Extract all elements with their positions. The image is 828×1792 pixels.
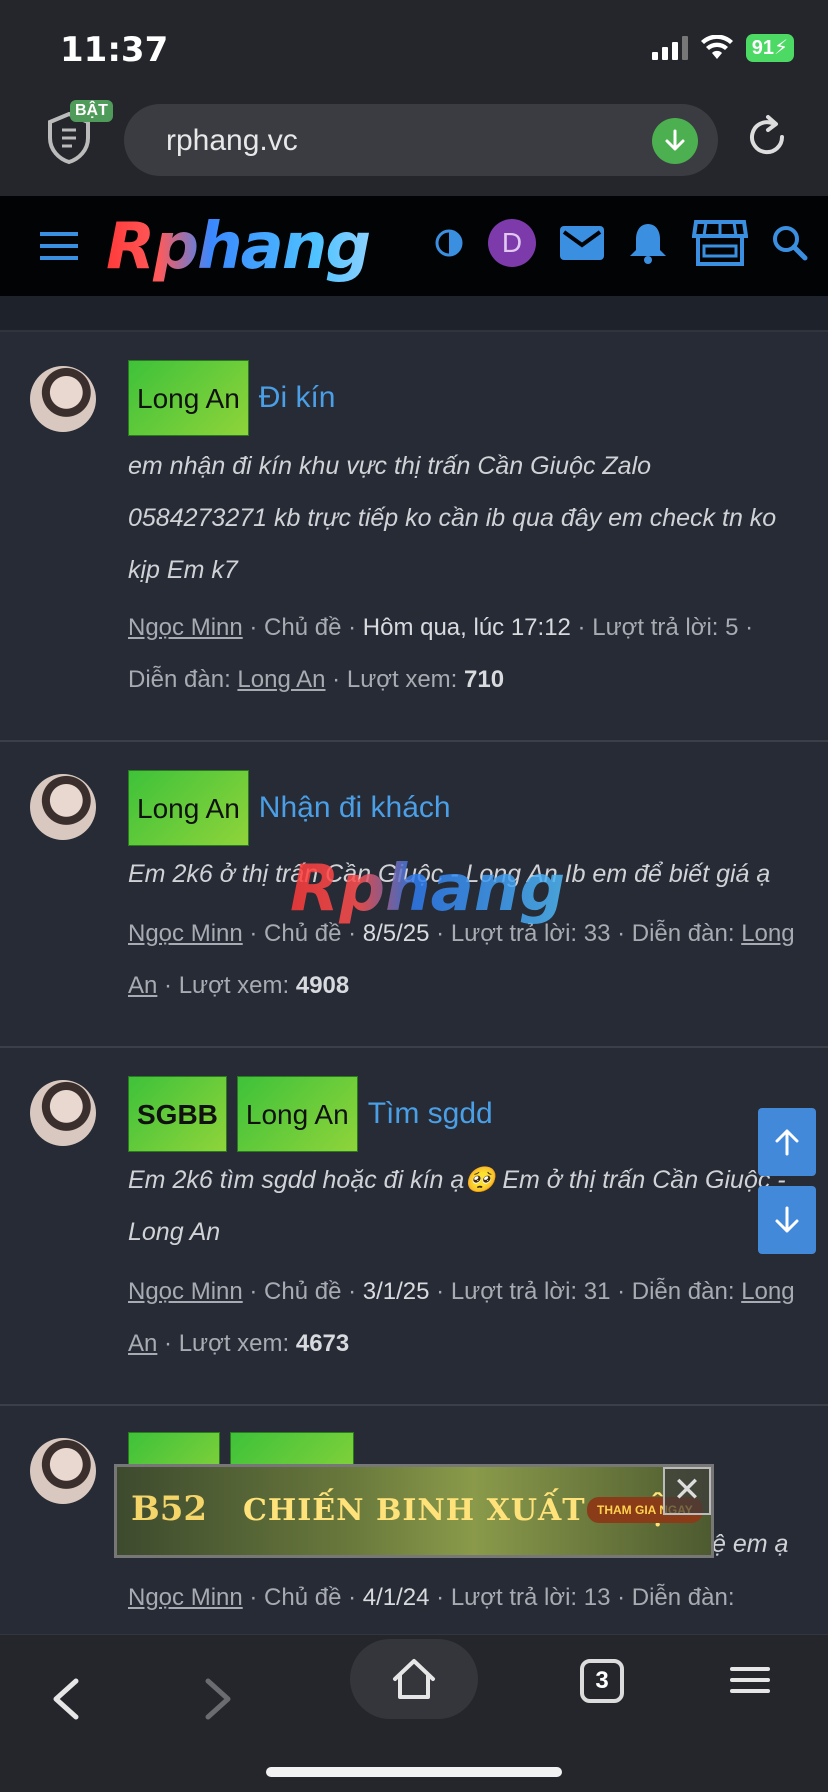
ad-logo: B52: [131, 1489, 208, 1529]
forum-link[interactable]: Long An: [237, 666, 325, 693]
forum-label: Diễn đàn:: [631, 1278, 735, 1305]
thread-type: Chủ đề: [264, 614, 342, 641]
battery-level: 91: [751, 37, 774, 59]
tabs-count-button[interactable]: 3: [580, 1659, 624, 1703]
thread-date: 4/1/24: [362, 1584, 430, 1611]
views-label: Lượt xem:: [178, 1330, 290, 1357]
arrow-up-icon: [775, 1129, 799, 1156]
ad-close-button[interactable]: ✕: [663, 1467, 711, 1515]
forward-icon[interactable]: [200, 1677, 236, 1721]
scroll-bottom-button[interactable]: [758, 1186, 816, 1254]
user-avatar[interactable]: D: [488, 219, 536, 267]
thread-item[interactable]: Long An Đi kín em nhận đi kín khu vực th…: [0, 334, 828, 742]
reload-icon[interactable]: [744, 114, 790, 160]
thread-title[interactable]: Tìm sgdd: [368, 1097, 493, 1131]
views-count: 4908: [295, 972, 350, 999]
prefix-tag[interactable]: Long An: [128, 360, 249, 436]
prefix-tag[interactable]: SGBB: [128, 1076, 227, 1152]
thread-meta: Ngọc Minn · Chủ đề · 3/1/25 · Lượt trả l…: [128, 1278, 795, 1357]
thread-excerpt[interactable]: em nhận đi kín khu vực thị trấn Cần Giuộ…: [128, 440, 788, 596]
thread-excerpt[interactable]: Em 2k6 tìm sgdd hoặc đi kín ạ🥺 Em ở thị …: [128, 1154, 788, 1258]
author-link[interactable]: Ngọc Minn: [128, 1278, 243, 1305]
author-avatar[interactable]: [30, 366, 96, 432]
status-icons: 91⚡: [651, 34, 794, 62]
author-avatar[interactable]: [30, 1438, 96, 1504]
views-count: 4673: [295, 1330, 350, 1357]
back-icon[interactable]: [48, 1677, 84, 1721]
forum-label: Diễn đàn:: [631, 1584, 735, 1611]
download-button[interactable]: [652, 118, 698, 164]
views-label: Lượt xem:: [346, 666, 458, 693]
author-avatar[interactable]: [30, 1080, 96, 1146]
forum-label: Diễn đàn:: [631, 920, 735, 947]
thread-title-row: Long An Đi kín: [128, 360, 335, 436]
views-label: Lượt xem:: [178, 972, 290, 999]
thread-title-row: SGBB Long An Tìm sgdd: [128, 1076, 493, 1152]
replies-count: 5: [725, 614, 739, 641]
charging-icon: ⚡: [773, 37, 788, 59]
author-avatar[interactable]: [30, 774, 96, 840]
author-link[interactable]: Ngọc Minn: [128, 920, 243, 947]
thread-date: Hôm qua, lúc 17:12: [362, 614, 571, 641]
battery-indicator: 91⚡: [745, 34, 794, 62]
bell-icon[interactable]: [628, 222, 668, 264]
replies-count: 31: [583, 1278, 611, 1305]
forum-label: Diễn đàn:: [128, 666, 231, 693]
author-link[interactable]: Ngọc Minn: [128, 1584, 243, 1611]
replies-label: Lượt trả lời:: [592, 614, 719, 641]
author-link[interactable]: Ngọc Minn: [128, 614, 243, 641]
thread-type: Chủ đề: [264, 1278, 342, 1305]
search-icon[interactable]: [772, 225, 808, 261]
replies-count: 33: [583, 920, 611, 947]
theme-toggle-icon[interactable]: [434, 228, 464, 258]
thread-title-row: Long An Nhận đi khách: [128, 770, 451, 846]
header-divider: [0, 296, 828, 332]
site-watermark: Rphang: [290, 852, 566, 926]
replies-count: 13: [583, 1584, 611, 1611]
store-icon[interactable]: [692, 218, 748, 268]
thread-type: Chủ đề: [264, 1584, 342, 1611]
browser-bottom-toolbar: 3: [0, 1634, 828, 1792]
home-icon: [393, 1659, 435, 1699]
mail-icon[interactable]: [560, 226, 604, 260]
replies-label: Lượt trả lời:: [450, 1278, 578, 1305]
prefix-tag[interactable]: Long An: [236, 1076, 358, 1152]
site-header: Rphang D: [0, 196, 828, 296]
header-actions: D: [434, 218, 808, 268]
status-time: 11:37: [60, 30, 169, 70]
url-text: rphang.vc: [166, 124, 298, 157]
prefix-tag[interactable]: Long An: [128, 770, 249, 846]
thread-title[interactable]: Đi kín: [259, 381, 336, 415]
thread-title[interactable]: Nhận đi khách: [259, 791, 451, 825]
replies-label: Lượt trả lời:: [450, 1584, 578, 1611]
home-button[interactable]: [350, 1639, 478, 1719]
browser-toolbar: BẬT rphang.vc: [0, 96, 828, 196]
ad-banner[interactable]: B52 CHIẾN BINH XUẤT TRẬN THAM GIA NGAY ✕: [114, 1464, 714, 1558]
hamburger-menu-icon[interactable]: [40, 232, 78, 260]
status-bar: 11:37 91⚡: [0, 0, 828, 96]
menu-icon[interactable]: [730, 1665, 770, 1695]
home-indicator: [266, 1767, 562, 1777]
arrow-down-icon: [775, 1206, 799, 1233]
address-bar[interactable]: rphang.vc: [124, 104, 718, 176]
thread-item[interactable]: SGBB Long An Tìm sgdd Em 2k6 tìm sgdd ho…: [0, 1048, 828, 1406]
thread-meta: Ngọc Minn · Chủ đề · Hôm qua, lúc 17:12 …: [128, 614, 754, 693]
thread-excerpt[interactable]: ệ em ạ: [712, 1518, 822, 1570]
thread-meta: Ngọc Minn · Chủ đề · 4/1/24 · Lượt trả l…: [128, 1584, 735, 1611]
thread-date: 3/1/25: [362, 1278, 430, 1305]
site-logo[interactable]: Rphang: [106, 210, 371, 284]
scroll-top-button[interactable]: [758, 1108, 816, 1176]
wifi-icon: [700, 35, 733, 59]
shield-status-badge: BẬT: [70, 100, 113, 122]
download-arrow-icon: [665, 129, 685, 151]
views-count: 710: [464, 666, 505, 693]
signal-icon: [651, 36, 688, 60]
